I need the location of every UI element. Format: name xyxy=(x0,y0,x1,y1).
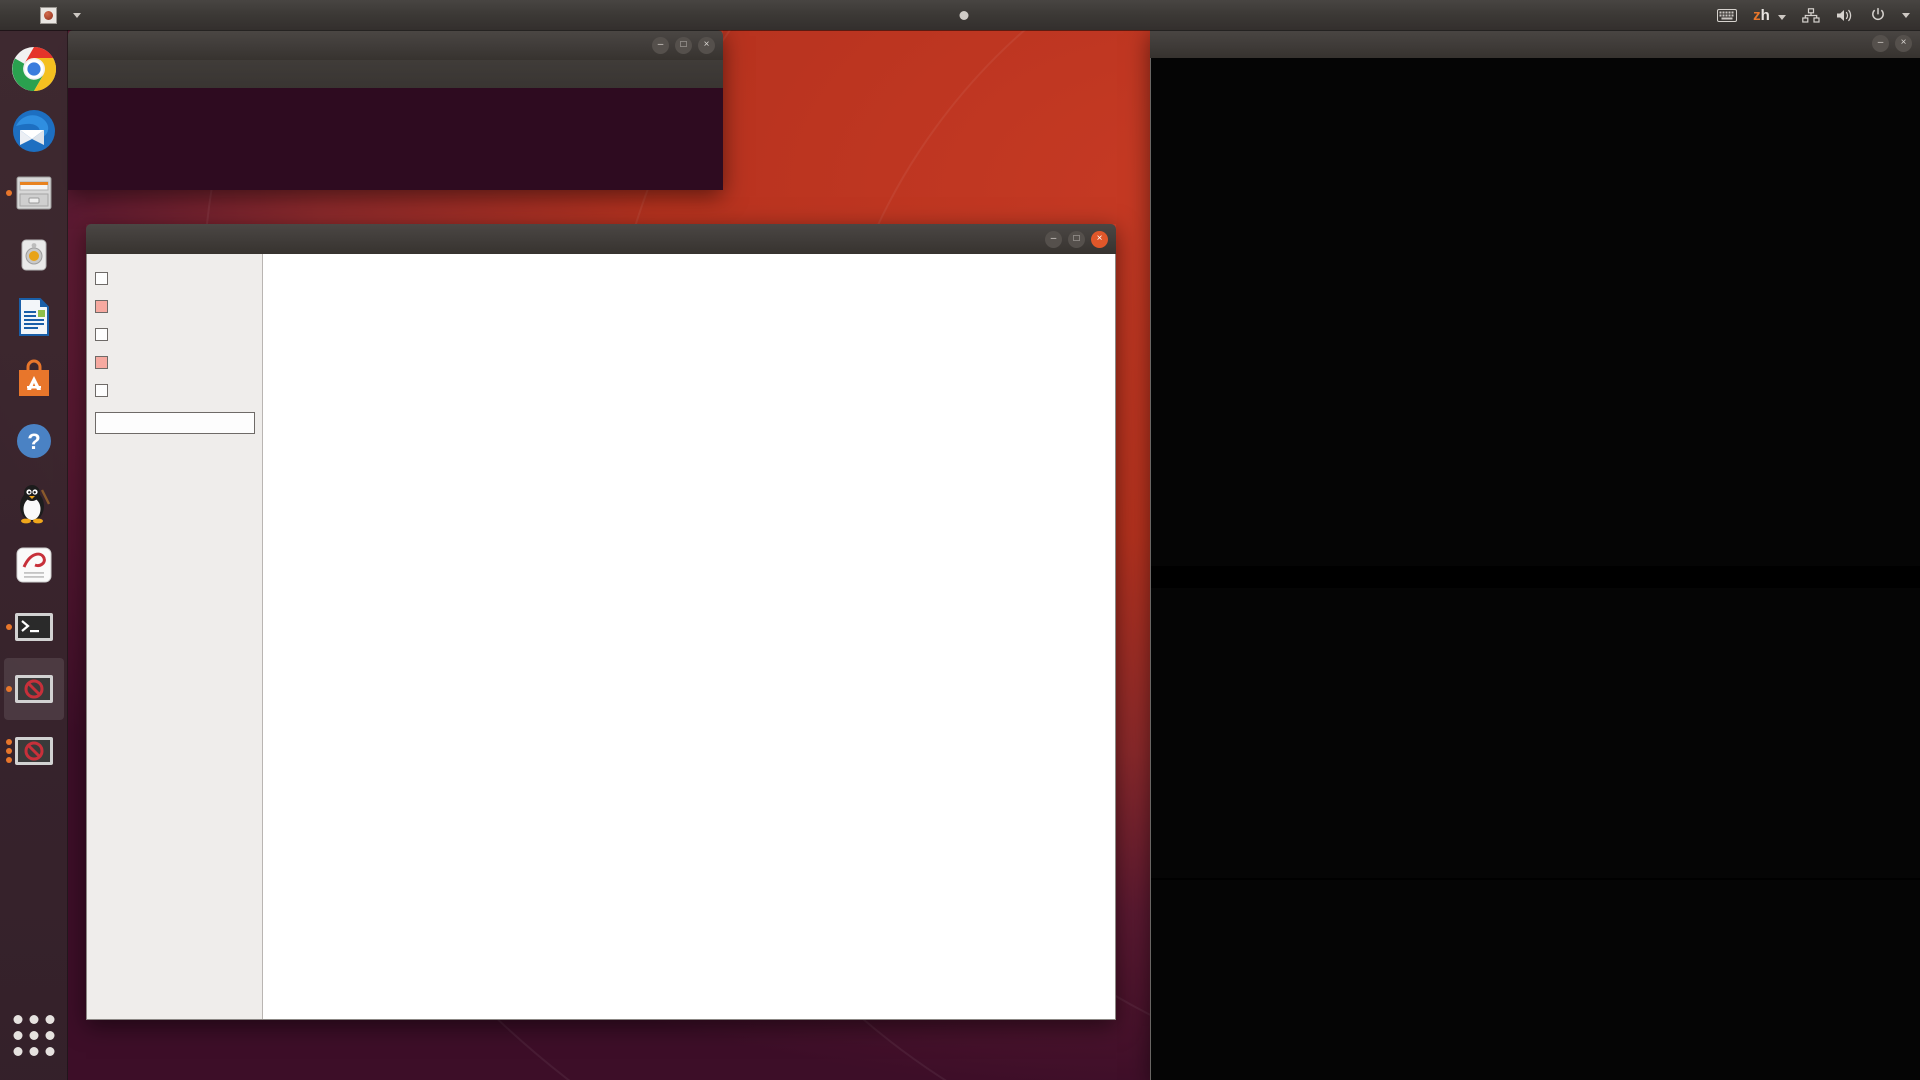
dock-item-files[interactable] xyxy=(4,162,64,224)
software-bag-icon xyxy=(11,356,57,402)
checkbox-box[interactable] xyxy=(95,355,108,369)
checkbox-box[interactable] xyxy=(95,299,108,313)
terminal-icon xyxy=(11,604,57,650)
terminal-menubar xyxy=(68,60,723,88)
maximize-button[interactable]: □ xyxy=(675,36,692,54)
show-applications-button[interactable] xyxy=(13,1015,54,1056)
fisheye-camera-view-0[interactable] xyxy=(1151,58,1920,566)
terminal-output[interactable] xyxy=(68,88,723,190)
keyboard-icon[interactable] xyxy=(1717,8,1738,22)
checkbox-localization-mode[interactable] xyxy=(95,376,254,404)
terminal-titlebar[interactable]: – □ × xyxy=(68,30,723,60)
speaker-icon xyxy=(11,232,57,278)
close-button[interactable]: × xyxy=(698,36,715,54)
minimize-button[interactable]: – xyxy=(1872,34,1889,52)
frame-viewer-window: – × xyxy=(1150,28,1920,1080)
map-viewer-controls xyxy=(87,254,263,1019)
frame-viewer-titlebar[interactable]: – × xyxy=(1150,28,1920,58)
window-buttons: – □ × xyxy=(652,30,715,60)
checkbox-box[interactable] xyxy=(95,383,108,397)
window-buttons: – □ × xyxy=(1045,224,1108,254)
menu-help[interactable] xyxy=(176,72,192,76)
checkbox-box[interactable] xyxy=(95,327,108,341)
gimp-penguin-icon xyxy=(11,480,57,526)
document-icon xyxy=(11,294,57,340)
dock-item-rhythmbox[interactable] xyxy=(4,224,64,286)
checkbox-follow-camera[interactable] xyxy=(95,264,254,292)
app-icon xyxy=(40,6,57,24)
network-icon[interactable] xyxy=(1802,7,1820,23)
app-menu[interactable] xyxy=(32,6,89,24)
tracking-status-bar xyxy=(1151,566,1920,588)
dock-item-libreoffice-writer[interactable] xyxy=(4,286,64,348)
close-button[interactable]: × xyxy=(1895,34,1912,52)
help-icon: ? xyxy=(11,418,57,464)
menu-file[interactable] xyxy=(76,72,92,76)
menu-edit[interactable] xyxy=(96,72,112,76)
dock-item-thunderbird-mail[interactable] xyxy=(4,100,64,162)
blocked-app-icon xyxy=(11,666,57,712)
reset-button[interactable] xyxy=(95,412,255,434)
top-bar: zh xyxy=(0,0,1920,30)
file-cabinet-icon xyxy=(11,170,57,216)
minimize-button[interactable]: – xyxy=(652,36,669,54)
notification-dot-icon xyxy=(959,10,969,20)
terminal-window: – □ × xyxy=(68,30,723,190)
chrome-icon xyxy=(11,46,57,92)
dock-item-ubuntu-software[interactable] xyxy=(4,348,64,410)
dock-item-google-chrome[interactable] xyxy=(4,38,64,100)
chevron-down-icon xyxy=(1778,14,1786,20)
clock[interactable] xyxy=(952,10,969,20)
map-viewer-titlebar[interactable]: – □ × xyxy=(86,224,1116,254)
minimize-button[interactable]: – xyxy=(1045,230,1062,248)
map-viewer-window: – □ × xyxy=(86,224,1116,1020)
close-button[interactable]: × xyxy=(1091,230,1108,248)
blocked-app-icon xyxy=(11,728,57,774)
menu-view[interactable] xyxy=(116,72,132,76)
launcher-dock: ? xyxy=(0,30,68,1080)
checkbox-show-keyframes[interactable] xyxy=(95,320,254,348)
thunderbird-icon xyxy=(11,108,57,154)
volume-icon[interactable] xyxy=(1836,8,1854,23)
fisheye-camera-view-1[interactable] xyxy=(1151,588,1920,878)
checkbox-box[interactable] xyxy=(95,271,108,285)
menu-terminal[interactable] xyxy=(156,72,172,76)
chevron-down-icon xyxy=(73,12,81,18)
dock-item-gimp[interactable] xyxy=(4,472,64,534)
map-render xyxy=(263,254,1115,1019)
evince-icon xyxy=(11,542,57,588)
dock-item-multicol-slam-map[interactable] xyxy=(3,658,64,720)
dock-item-help[interactable]: ? xyxy=(4,410,64,472)
system-tray: zh xyxy=(1717,7,1910,24)
language-indicator[interactable]: zh xyxy=(1753,7,1786,24)
frame-viewer-body xyxy=(1150,58,1920,1080)
menu-search[interactable] xyxy=(136,72,152,76)
dock-item-terminal[interactable] xyxy=(4,596,64,658)
dock-item-document-viewer[interactable] xyxy=(4,534,64,596)
chevron-down-icon[interactable] xyxy=(1902,12,1910,18)
maximize-button[interactable]: □ xyxy=(1068,230,1085,248)
map-viewer-3d-canvas[interactable] xyxy=(263,254,1115,1019)
window-buttons: – × xyxy=(1872,28,1912,58)
svg-text:?: ? xyxy=(27,429,40,454)
fisheye-camera-view-2[interactable] xyxy=(1151,880,1920,1080)
checkbox-show-points[interactable] xyxy=(95,292,254,320)
map-viewer-body xyxy=(86,254,1116,1020)
checkbox-show-graph[interactable] xyxy=(95,348,254,376)
dock-item-multicol-slam-frame[interactable] xyxy=(4,720,64,782)
power-icon[interactable] xyxy=(1870,7,1886,23)
